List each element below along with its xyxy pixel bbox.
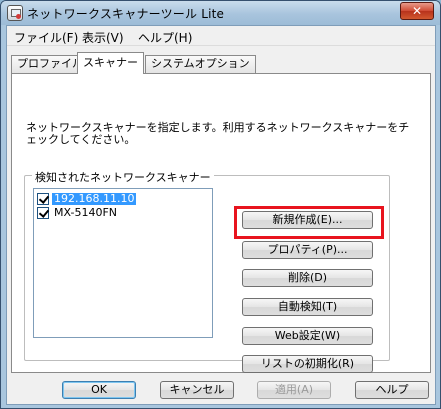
menu-view[interactable]: 表示(V)	[79, 29, 127, 46]
tab-strip: プロファイル スキャナー システムオプション	[7, 52, 435, 74]
tab-system-options[interactable]: システムオプション	[145, 55, 256, 73]
scanner-label: 192.168.11.10	[52, 192, 137, 205]
window-title: ネットワークスキャナーツール Lite	[27, 7, 225, 21]
auto-detect-button[interactable]: 自動検知(T)	[242, 298, 373, 316]
close-button[interactable]: ✕	[400, 2, 434, 20]
checkbox-checked[interactable]	[37, 193, 49, 205]
scanner-app-icon	[7, 5, 23, 21]
app-window: ネットワークスキャナーツール Lite ✕ ファイル(F) 表示(V) ヘルプ(…	[0, 0, 441, 409]
scanner-list[interactable]: 192.168.11.10 MX-5140FN	[33, 188, 213, 338]
menu-bar: ファイル(F) 表示(V) ヘルプ(H)	[7, 26, 435, 46]
help-button[interactable]: ヘルプ	[355, 381, 429, 399]
menu-help[interactable]: ヘルプ(H)	[135, 29, 195, 46]
scanner-label: MX-5140FN	[54, 206, 117, 219]
cancel-button[interactable]: キャンセル	[160, 381, 234, 399]
properties-button[interactable]: プロパティ(P)...	[242, 241, 373, 259]
checkbox-checked[interactable]	[37, 207, 49, 219]
ok-button[interactable]: OK	[62, 381, 136, 399]
reset-list-button[interactable]: リストの初期化(R)	[242, 355, 373, 373]
title-bar[interactable]: ネットワークスキャナーツール Lite ✕	[1, 1, 440, 25]
web-settings-button[interactable]: Web設定(W)	[242, 327, 373, 345]
new-scanner-button[interactable]: 新規作成(E)...	[242, 211, 373, 229]
tab-scanner[interactable]: スキャナー	[77, 52, 144, 74]
menu-file[interactable]: ファイル(F)	[11, 29, 81, 46]
delete-button[interactable]: 削除(D)	[242, 269, 373, 287]
apply-button[interactable]: 適用(A)	[257, 381, 331, 399]
detected-scanners-label: 検知されたネットワークスキャナー	[32, 169, 214, 185]
scanner-description: ネットワークスキャナーを指定します。利用するネットワークスキャナーをチェックして…	[26, 121, 410, 146]
scanner-tab-panel: ネットワークスキャナーを指定します。利用するネットワークスキャナーをチェックして…	[11, 73, 431, 373]
dialog-client-area: ファイル(F) 表示(V) ヘルプ(H) プロファイル スキャナー システムオプ…	[6, 25, 436, 405]
